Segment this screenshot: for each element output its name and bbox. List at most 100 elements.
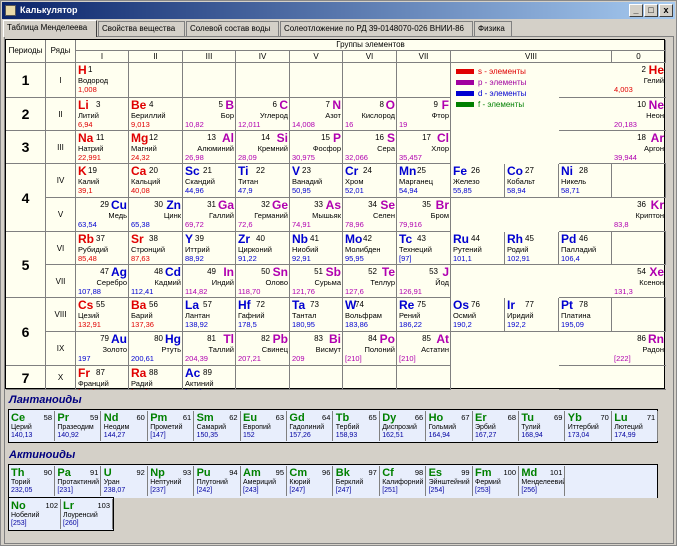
element-as[interactable]: As 33 Мышьяк 74,91	[290, 198, 343, 232]
element-re[interactable]: Re 75 Рений 186,22	[397, 298, 451, 332]
element-bk[interactable]: Bk 97 Берклий [247]	[334, 466, 380, 496]
element-ti[interactable]: Ti 22 Титан 47,9	[236, 164, 290, 198]
element-ge[interactable]: Ge 32 Германий 72,6	[236, 198, 290, 232]
element-mg[interactable]: Mg 12 Магний 24,32	[129, 131, 183, 164]
element-sm[interactable]: Sm 62 Самарий 150,35	[195, 411, 241, 441]
element-lr[interactable]: Lr 103 Лоуренсий [260]	[61, 499, 113, 529]
close-button[interactable]: x	[659, 4, 673, 17]
element-ta[interactable]: Ta 73 Тантал 180,95	[290, 298, 343, 332]
element-h[interactable]: H 1 Водород 1,008	[76, 63, 129, 98]
element-bi[interactable]: Bi 83 Висмут 209	[290, 332, 343, 366]
element-ne[interactable]: Ne 10 Неон 20,183	[612, 98, 666, 131]
element-yb[interactable]: Yb 70 Иттербий 173,04	[566, 411, 612, 441]
element-o[interactable]: O 8 Кислород 16	[343, 98, 397, 131]
element-fr[interactable]: Fr87Франций[223]	[76, 366, 129, 391]
element-u[interactable]: U 92 Уран 238,07	[102, 466, 148, 496]
element-am[interactable]: Am 95 Америций [243]	[241, 466, 287, 496]
element-se[interactable]: Se 34 Селен 78,96	[343, 198, 397, 232]
element-rb[interactable]: Rb 37 Рубидий 85,48	[76, 232, 129, 265]
element-cf[interactable]: Cf 98 Калифорний [251]	[380, 466, 427, 496]
element-sb[interactable]: Sb 51 Сурьма 121,76	[290, 265, 343, 298]
minimize-button[interactable]: _	[629, 4, 643, 17]
tab-substance-properties[interactable]: Свойства вещества	[98, 21, 185, 36]
element-he[interactable]: He 2 Гелий 4,003	[612, 63, 666, 98]
element-b[interactable]: B 5 Бор 10,82	[183, 98, 236, 131]
element-al[interactable]: Al 13 Алюминий 26,98	[183, 131, 236, 164]
element-zr[interactable]: Zr 40 Цирконий 91,22	[236, 232, 290, 265]
element-ce[interactable]: Ce 58 Церий 140,13	[9, 411, 55, 441]
element-lu[interactable]: Lu 71 Лютеций 174,99	[612, 411, 659, 441]
element-pu[interactable]: Pu 94 Плутоний [242]	[195, 466, 241, 496]
element-ni[interactable]: Ni 28 Никель 58,71	[559, 164, 612, 198]
element-pr[interactable]: Pr 59 Празеодим 140,92	[55, 411, 102, 441]
element-pt[interactable]: Pt 78 Платина 195,09	[559, 298, 612, 332]
element-tb[interactable]: Tb 65 Тербий 158,93	[334, 411, 380, 441]
element-es[interactable]: Es 99 Эйнштейний [254]	[427, 466, 473, 496]
element-p[interactable]: P 15 Фосфор 30,975	[290, 131, 343, 164]
maximize-button[interactable]: □	[644, 4, 658, 17]
element-c[interactable]: C 6 Углерод 12,011	[236, 98, 290, 131]
element-ga[interactable]: Ga 31 Галлий 69,72	[183, 198, 236, 232]
element-be[interactable]: Be 4 Бериллий 9,013	[129, 98, 183, 131]
title-bar[interactable]: Калькулятор _ □ x	[2, 2, 675, 19]
element-pb[interactable]: Pb 82 Свинец 207,21	[236, 332, 290, 366]
element-pd[interactable]: Pd 46 Палладий 106,4	[559, 232, 612, 265]
element-rn[interactable]: Rn 86 Радон [222]	[612, 332, 666, 366]
element-pm[interactable]: Pm 61 Прометий [147]	[148, 411, 195, 441]
element-f[interactable]: F 9 Фтор 19	[397, 98, 451, 131]
element-zn[interactable]: Zn 30 Цинк 65,38	[129, 198, 183, 232]
element-er[interactable]: Er 68 Эрбий 167,27	[473, 411, 519, 441]
element-np[interactable]: Np 93 Нептуний [237]	[148, 466, 195, 496]
element-cd[interactable]: Cd 48 Кадмий 112,41	[129, 265, 183, 298]
element-hg[interactable]: Hg 80 Ртуть 200,61	[129, 332, 183, 366]
element-la[interactable]: La 57 Лантан 138,92	[183, 298, 236, 332]
element-fm[interactable]: Fm 100 Фермий [253]	[473, 466, 519, 496]
element-sc[interactable]: Sc 21 Скандий 44,96	[183, 164, 236, 198]
element-s[interactable]: S 16 Сера 32,066	[343, 131, 397, 164]
element-cu[interactable]: Cu 29 Медь 63,54	[76, 198, 129, 232]
element-xe[interactable]: Xe 54 Ксенон 131,3	[612, 265, 666, 298]
element-po[interactable]: Po 84 Полоний [210]	[343, 332, 397, 366]
element-cl[interactable]: Cl 17 Хлор 35,457	[397, 131, 451, 164]
element-cm[interactable]: Cm 96 Кюрий [247]	[287, 466, 334, 496]
element-ir[interactable]: Ir 77 Иридий 192,2	[505, 298, 559, 332]
element-tl[interactable]: Tl 81 Таллий 204,39	[183, 332, 236, 366]
element-br[interactable]: Br 35 Бром 79,916	[397, 198, 451, 232]
element-v[interactable]: V 23 Ванадий 50,95	[290, 164, 343, 198]
element-n[interactable]: N 7 Азот 14,008	[290, 98, 343, 131]
element-tc[interactable]: Tc 43 Технеций [97]	[397, 232, 451, 265]
element-th[interactable]: Th 90 Торий 232,05	[9, 466, 55, 496]
tab-periodic-table[interactable]: Таблица Менделеева	[3, 20, 97, 37]
element-ho[interactable]: Ho 67 Гольмий 164,94	[427, 411, 473, 441]
element-k[interactable]: K 19 Калий 39,1	[76, 164, 129, 198]
element-j[interactable]: J 53 Йод 126,91	[397, 265, 451, 298]
element-li[interactable]: Li 3 Литий 6,94	[76, 98, 129, 131]
tab-water-salt[interactable]: Солевой состав воды	[186, 21, 279, 36]
element-mo[interactable]: Mo 42 Молибден 95,95	[343, 232, 397, 265]
element-gd[interactable]: Gd 64 Гадолиний 157,26	[287, 411, 334, 441]
tab-physics[interactable]: Физика	[474, 21, 512, 36]
element-ra[interactable]: Ra88Радий[226]	[129, 366, 183, 391]
element-kr[interactable]: Kr 36 Криптон 83,8	[612, 198, 666, 232]
element-rh[interactable]: Rh 45 Родий 102,91	[505, 232, 559, 265]
element-sr[interactable]: Sr 38 Стронций 87,63	[129, 232, 183, 265]
element-w[interactable]: W 74 Вольфрам 183,86	[343, 298, 397, 332]
element-si[interactable]: Si 14 Кремний 28,09	[236, 131, 290, 164]
element-no[interactable]: No 102 Нобелий [253]	[9, 499, 61, 529]
element-pa[interactable]: Pa 91 Протактиний [231]	[55, 466, 102, 496]
element-ru[interactable]: Ru 44 Рутений 101,1	[451, 232, 505, 265]
element-hf[interactable]: Hf 72 Гафний 178,5	[236, 298, 290, 332]
element-dy[interactable]: Dy 66 Диспрозий 162,51	[380, 411, 427, 441]
element-au[interactable]: Au 79 Золото 197	[76, 332, 129, 366]
element-ag[interactable]: Ag 47 Серебро 107,88	[76, 265, 129, 298]
element-sn[interactable]: Sn 50 Олово 118,70	[236, 265, 290, 298]
element-eu[interactable]: Eu 63 Европий 152	[241, 411, 287, 441]
tab-salt-deposition[interactable]: Солеотложение по РД 39-0148070-026 ВНИИ-…	[280, 21, 473, 36]
element-md[interactable]: Md 101 Менделеевий [256]	[519, 466, 566, 496]
element-ca[interactable]: Ca 20 Кальций 40,08	[129, 164, 183, 198]
element-ba[interactable]: Ba 56 Барий 137,36	[129, 298, 183, 332]
element-cr[interactable]: Cr 24 Хром 52,01	[343, 164, 397, 198]
element-os[interactable]: Os 76 Осмий 190,2	[451, 298, 505, 332]
element-tu[interactable]: Tu 69 Тулий 168,94	[519, 411, 566, 441]
element-y[interactable]: Y 39 Иттрий 88,92	[183, 232, 236, 265]
